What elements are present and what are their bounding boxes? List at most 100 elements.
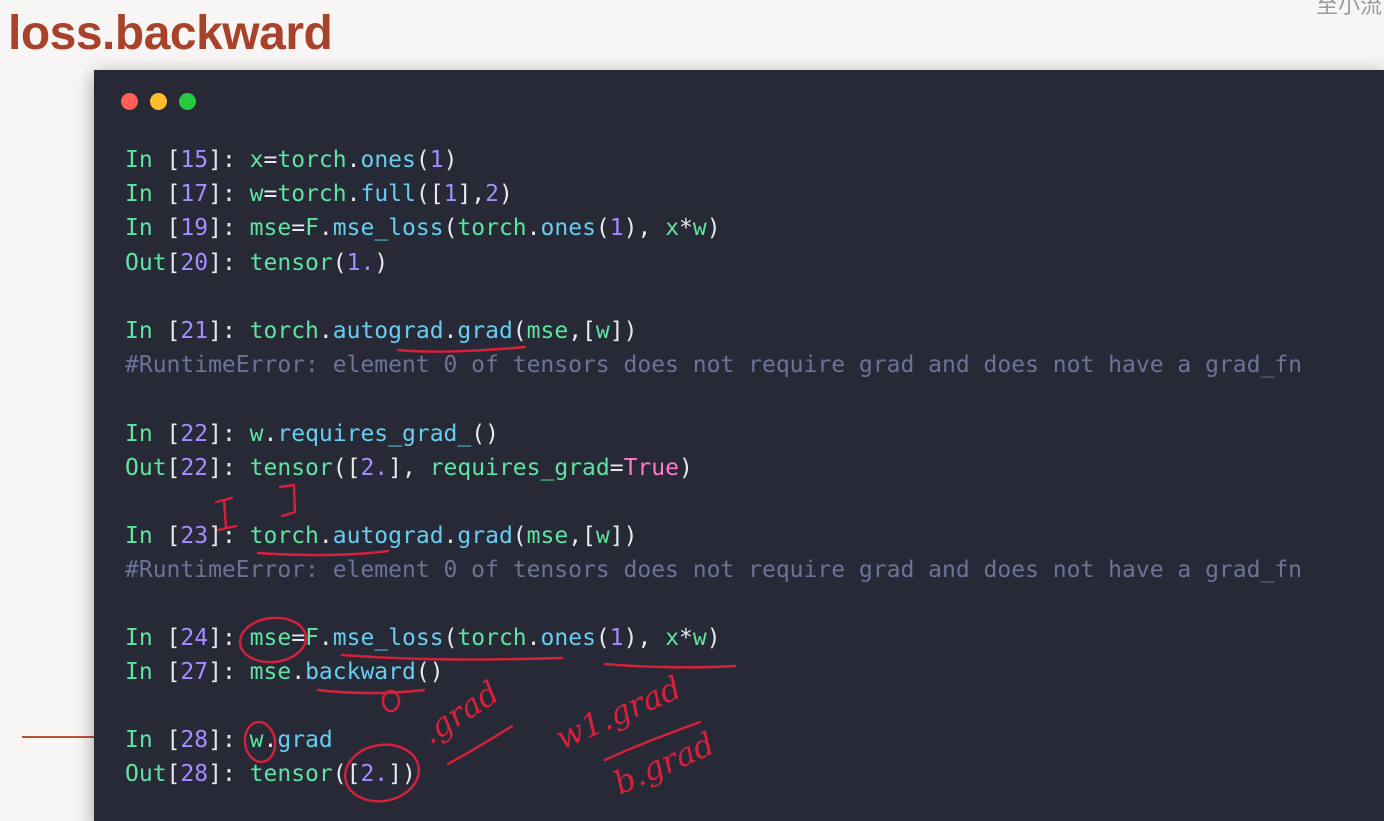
code-token-plain: (	[415, 147, 430, 173]
code-token-identifier: mse	[249, 215, 292, 241]
close-window-button[interactable]	[121, 93, 138, 110]
code-token-number: 2.	[360, 761, 389, 787]
code-token-plain: ]:	[208, 421, 250, 447]
code-token-function: autograd	[332, 523, 444, 549]
code-line-in-23: In [23]: torch.autograd.grad(mse,[w])	[125, 521, 637, 551]
code-token-plain: [	[166, 215, 181, 241]
code-token-identifier: requires_grad	[429, 455, 610, 481]
code-token-plain: .	[526, 625, 541, 651]
code-token-prompt-number: 15	[180, 147, 209, 173]
corner-watermark-text: 至小流	[1315, 0, 1382, 18]
code-token-number: 1	[609, 625, 624, 651]
code-token-identifier: torch	[249, 318, 319, 344]
code-token-plain: .	[291, 659, 306, 685]
code-token-plain: ]:	[208, 761, 250, 787]
code-token-identifier: torch	[457, 215, 527, 241]
code-token-identifier: mse	[249, 659, 292, 685]
code-token-prompt-in: In	[125, 181, 167, 207]
code-token-plain: ])	[609, 523, 638, 549]
code-token-plain: )	[499, 181, 513, 207]
code-token-prompt-out: Out	[125, 250, 167, 276]
code-token-plain: .	[318, 318, 333, 344]
code-token-prompt-number: 17	[180, 181, 209, 207]
code-token-identifier: torch	[457, 625, 527, 651]
code-token-prompt-in: In	[125, 659, 167, 685]
code-token-number: 1	[443, 181, 458, 207]
code-token-plain: =	[263, 181, 278, 207]
code-token-plain: ]:	[208, 727, 250, 753]
code-token-function: mse_loss	[332, 215, 444, 241]
code-token-plain: [	[166, 421, 181, 447]
code-token-plain: (	[443, 625, 458, 651]
code-token-number: 1	[429, 147, 444, 173]
code-token-plain: )	[678, 455, 693, 481]
code-token-plain: [	[166, 318, 181, 344]
code-token-prompt-number: 21	[180, 318, 209, 344]
code-token-function: ones	[540, 625, 596, 651]
code-token-plain: *	[679, 625, 693, 651]
code-token-identifier: w	[692, 625, 707, 651]
code-token-prompt-in: In	[125, 523, 167, 549]
code-token-plain: [	[166, 659, 181, 685]
code-token-function: ones	[540, 215, 596, 241]
minimize-window-button[interactable]	[150, 93, 167, 110]
code-token-plain: ])	[388, 761, 416, 787]
code-token-number: 2	[485, 181, 499, 207]
code-line-out-20: Out[20]: tensor(1.)	[125, 248, 388, 278]
code-token-function: grad	[277, 727, 333, 753]
code-token-identifier: torch	[277, 147, 347, 173]
code-token-plain: )	[443, 147, 458, 173]
slide-accent-line	[22, 736, 96, 738]
code-token-plain: (	[512, 318, 527, 344]
code-token-keyword: True	[623, 455, 679, 481]
code-token-plain: ,[	[568, 318, 596, 344]
code-token-plain: ),	[623, 215, 666, 241]
code-token-function: requires_grad_	[277, 421, 472, 447]
code-token-prompt-out: Out	[125, 455, 167, 481]
code-token-identifier: w	[692, 215, 707, 241]
code-token-plain: ],	[388, 455, 430, 481]
code-token-plain: ]:	[208, 455, 250, 481]
code-token-identifier: torch	[277, 181, 347, 207]
code-token-identifier: mse	[249, 625, 292, 651]
maximize-window-button[interactable]	[179, 93, 196, 110]
code-token-number: 1	[609, 215, 624, 241]
code-token-plain: ()	[471, 421, 499, 447]
code-token-prompt-number: 28	[180, 761, 209, 787]
code-token-plain: .	[318, 215, 333, 241]
code-token-plain: =	[291, 625, 306, 651]
code-token-plain: ]:	[208, 250, 250, 276]
code-token-plain: ),	[623, 625, 666, 651]
code-token-plain: [	[166, 727, 181, 753]
code-token-prompt-out: Out	[125, 761, 167, 787]
code-token-prompt-number: 27	[180, 659, 209, 685]
code-token-plain: [	[166, 147, 181, 173]
code-token-plain: ]:	[208, 215, 250, 241]
code-token-plain: ])	[609, 318, 638, 344]
code-token-identifier: x	[665, 215, 680, 241]
code-token-plain: (	[332, 250, 347, 276]
code-token-plain: ]:	[208, 147, 250, 173]
code-token-plain: .	[263, 727, 278, 753]
code-token-prompt-in: In	[125, 147, 167, 173]
code-token-function: mse_loss	[332, 625, 444, 651]
code-token-prompt-in: In	[125, 215, 167, 241]
code-token-prompt-in: In	[125, 421, 167, 447]
code-token-identifier: torch	[249, 523, 319, 549]
code-token-function: autograd	[332, 318, 444, 344]
code-token-plain: *	[679, 215, 693, 241]
code-token-identifier: tensor	[249, 250, 333, 276]
code-token-plain: ([	[332, 761, 361, 787]
code-token-prompt-in: In	[125, 727, 167, 753]
code-token-function: grad	[457, 318, 513, 344]
code-token-prompt-number: 23	[180, 523, 209, 549]
code-token-number: 1.	[346, 250, 375, 276]
code-token-identifier: x	[249, 147, 264, 173]
code-line-in-28: In [28]: w.grad	[125, 725, 333, 755]
code-token-identifier: F	[305, 625, 319, 651]
code-token-identifier: w	[249, 727, 264, 753]
code-token-plain: ]:	[208, 523, 250, 549]
code-token-comment: #RuntimeError: element 0 of tensors does…	[125, 352, 1303, 378]
code-line-in-24: In [24]: mse=F.mse_loss(torch.ones(1), x…	[125, 623, 721, 653]
code-token-plain: =	[609, 455, 624, 481]
